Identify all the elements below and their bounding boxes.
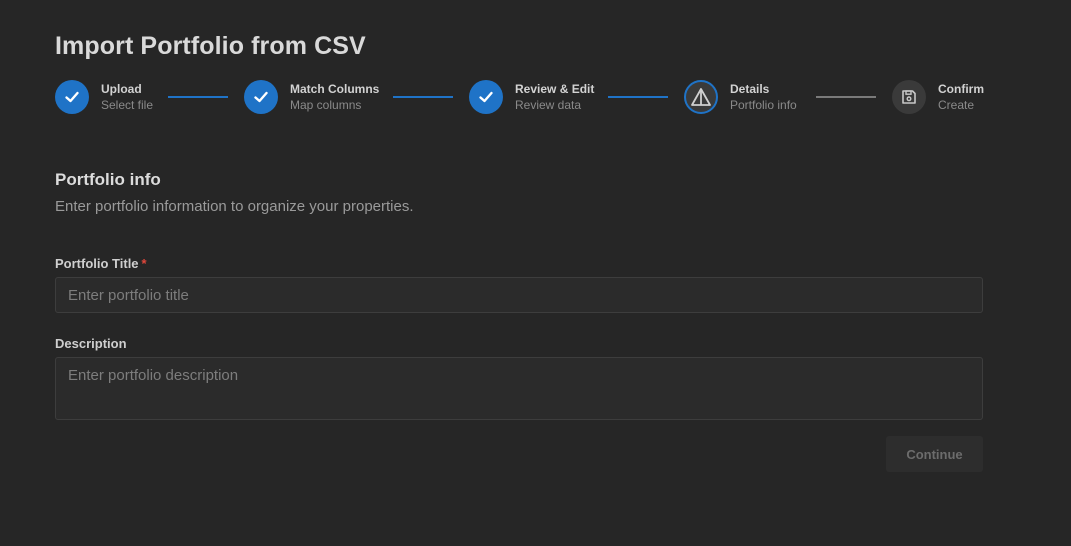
- step-connector: [608, 96, 668, 98]
- step-confirm-indicator: [892, 80, 926, 114]
- portfolio-title-input[interactable]: [55, 277, 983, 313]
- step-confirm: Confirm Create: [892, 80, 984, 114]
- required-marker: *: [141, 256, 147, 271]
- portfolio-title-label: Portfolio Title *: [55, 256, 147, 271]
- section-description: Enter portfolio information to organize …: [55, 198, 414, 215]
- description-label: Description: [55, 336, 127, 351]
- check-icon: [479, 91, 493, 103]
- step-match-columns-label: Match Columns: [290, 82, 380, 96]
- step-details: Details Portfolio info: [684, 80, 797, 114]
- check-icon: [65, 91, 79, 103]
- step-details-label: Details: [730, 82, 770, 96]
- portfolio-title-label-text: Portfolio Title: [55, 256, 139, 271]
- step-details-indicator: [684, 80, 718, 114]
- step-match-columns-sublabel: Map columns: [290, 98, 362, 112]
- step-confirm-sublabel: Create: [938, 98, 975, 112]
- warning-triangle-icon: [691, 88, 711, 106]
- step-connector: [393, 96, 453, 98]
- step-review-edit-label: Review & Edit: [515, 82, 595, 96]
- step-upload-indicator: [55, 80, 89, 114]
- step-upload-label: Upload: [101, 82, 142, 96]
- section-title: Portfolio info: [55, 170, 161, 189]
- step-confirm-label: Confirm: [938, 82, 984, 96]
- step-match-columns-indicator: [244, 80, 278, 114]
- portfolio-description-input[interactable]: [55, 357, 983, 420]
- step-review-edit-indicator: [469, 80, 503, 114]
- step-review-edit-sublabel: Review data: [515, 98, 582, 112]
- save-icon: [902, 90, 916, 104]
- check-icon: [254, 91, 268, 103]
- import-stepper: Upload Select file Match Columns Map col…: [55, 80, 995, 116]
- step-upload-sublabel: Select file: [101, 98, 154, 112]
- step-details-sublabel: Portfolio info: [730, 98, 797, 112]
- import-portfolio-page: Import Portfolio from CSV Upload Select …: [0, 0, 1071, 546]
- step-match-columns: Match Columns Map columns: [244, 80, 379, 114]
- continue-button[interactable]: Continue: [886, 436, 983, 472]
- step-upload: Upload Select file: [55, 80, 153, 114]
- step-connector: [168, 96, 228, 98]
- step-connector: [816, 96, 876, 98]
- step-review-edit: Review & Edit Review data: [469, 80, 594, 114]
- page-title: Import Portfolio from CSV: [55, 32, 366, 60]
